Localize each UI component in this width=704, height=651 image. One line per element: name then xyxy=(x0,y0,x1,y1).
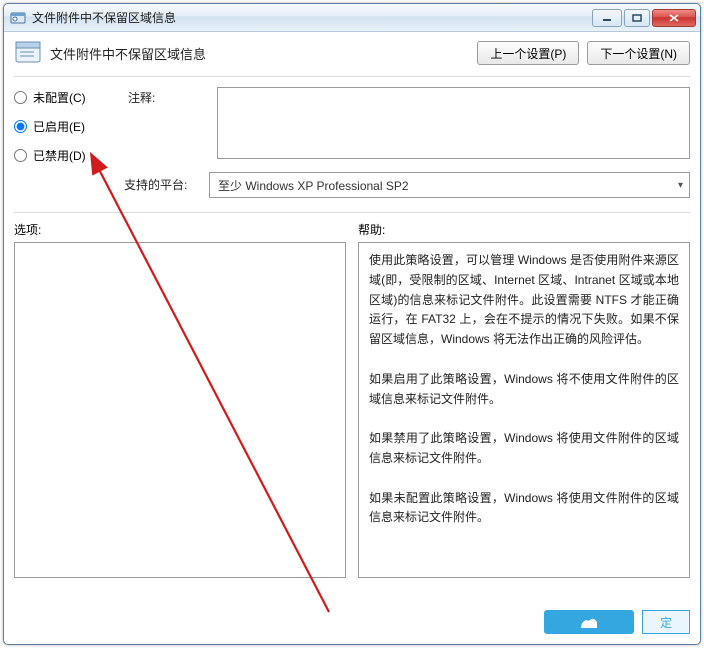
app-icon xyxy=(10,10,26,26)
help-paragraph: 如果禁用了此策略设置，Windows 将使用文件附件的区域信息来标记文件附件。 xyxy=(369,429,679,469)
radio-enabled-label: 已启用(E) xyxy=(33,118,85,135)
radio-disabled-input[interactable] xyxy=(14,149,27,162)
radio-not-configured[interactable]: 未配置(C) xyxy=(14,89,124,106)
radio-disabled-label: 已禁用(D) xyxy=(33,147,86,164)
dialog-content: 文件附件中不保留区域信息 上一个设置(P) 下一个设置(N) 未配置(C) 已启… xyxy=(4,32,700,644)
titlebar[interactable]: 文件附件中不保留区域信息 xyxy=(4,4,700,32)
platform-label: 支持的平台: xyxy=(124,172,209,198)
comment-label: 注释: xyxy=(128,87,213,164)
options-label: 选项: xyxy=(14,221,346,238)
help-pane[interactable]: 使用此策略设置，可以管理 Windows 是否使用附件来源区域(即，受限制的区域… xyxy=(358,242,690,578)
platform-select[interactable]: 至少 Windows XP Professional SP2 ▾ xyxy=(209,172,690,198)
header-title: 文件附件中不保留区域信息 xyxy=(50,44,469,63)
footer-graphic xyxy=(544,610,634,634)
radio-disabled[interactable]: 已禁用(D) xyxy=(14,147,124,164)
divider xyxy=(14,76,690,77)
platform-value: 至少 Windows XP Professional SP2 xyxy=(218,177,409,194)
help-text: 使用此策略设置，可以管理 Windows 是否使用附件来源区域(即，受限制的区域… xyxy=(359,243,689,536)
window-title: 文件附件中不保留区域信息 xyxy=(32,9,592,26)
help-label: 帮助: xyxy=(358,221,690,238)
radio-not-configured-label: 未配置(C) xyxy=(33,89,86,106)
divider xyxy=(14,212,690,213)
radio-enabled[interactable]: 已启用(E) xyxy=(14,118,124,135)
ok-button[interactable]: 定 xyxy=(642,610,690,634)
previous-setting-button[interactable]: 上一个设置(P) xyxy=(477,41,579,65)
policy-icon xyxy=(14,40,42,66)
radio-not-configured-input[interactable] xyxy=(14,91,27,104)
radio-enabled-input[interactable] xyxy=(14,120,27,133)
help-paragraph: 使用此策略设置，可以管理 Windows 是否使用附件来源区域(即，受限制的区域… xyxy=(369,251,679,350)
options-pane[interactable] xyxy=(14,242,346,578)
chevron-down-icon: ▾ xyxy=(678,180,683,191)
ok-button-label: 定 xyxy=(660,614,672,631)
next-setting-button[interactable]: 下一个设置(N) xyxy=(587,41,690,65)
minimize-button[interactable] xyxy=(592,9,622,27)
help-paragraph: 如果未配置此策略设置，Windows 将使用文件附件的区域信息来标记文件附件。 xyxy=(369,489,679,529)
comment-textarea[interactable] xyxy=(217,87,690,159)
close-button[interactable] xyxy=(652,9,696,27)
maximize-button[interactable] xyxy=(624,9,650,27)
help-paragraph: 如果启用了此策略设置，Windows 将不使用文件附件的区域信息来标记文件附件。 xyxy=(369,370,679,410)
dialog-window: 文件附件中不保留区域信息 文件附件中不保留区域信息 xyxy=(3,3,701,645)
